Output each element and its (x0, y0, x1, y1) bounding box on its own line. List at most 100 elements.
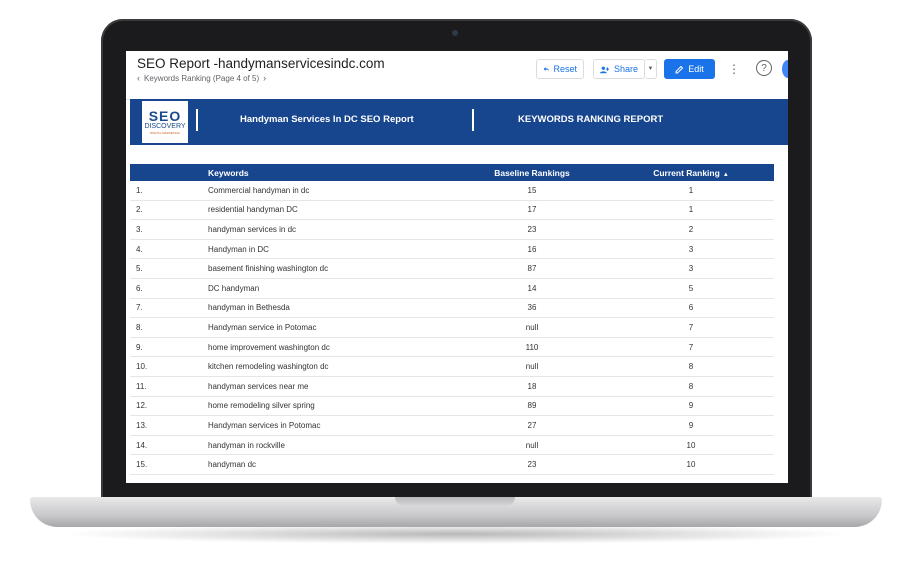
row-current: 7 (688, 342, 694, 352)
row-baseline: null (525, 322, 539, 332)
edit-button[interactable]: Edit (664, 59, 715, 79)
row-keyword: handyman services in dc (208, 224, 297, 234)
row-baseline: 14 (527, 283, 537, 293)
row-current: 9 (688, 420, 694, 430)
table-row: 14. handyman in rockville null 10 (130, 436, 774, 456)
row-baseline: null (525, 362, 539, 372)
laptop-lid: SEO Report -handymanservicesindc.com ‹ K… (101, 19, 812, 504)
banner-left-title: Handyman Services In DC SEO Report (240, 114, 414, 125)
banner-right-title: KEYWORDS RANKING REPORT (518, 114, 664, 125)
row-index: 5. (136, 264, 143, 274)
person-add-icon (600, 66, 610, 73)
table-row: 3. handyman services in dc 23 2 (130, 220, 774, 240)
table-row: 4. Handyman in DC 16 3 (130, 240, 774, 260)
keywords-table: Keywords Baseline Rankings Current Ranki… (130, 164, 774, 475)
row-index: 6. (136, 283, 143, 293)
row-baseline: 16 (527, 244, 537, 254)
row-current: 10 (686, 460, 696, 470)
row-current: 9 (688, 401, 694, 411)
row-index: 13. (136, 420, 148, 430)
row-index: 9. (136, 342, 143, 352)
row-baseline: 15 (527, 185, 537, 195)
help-icon[interactable]: ? (756, 60, 772, 76)
table-row: 12. home remodeling silver spring 89 9 (130, 397, 774, 417)
chevron-left-icon[interactable]: ‹ (137, 73, 140, 83)
row-baseline: 87 (527, 264, 537, 274)
row-current: 2 (688, 224, 694, 234)
reset-button[interactable]: Reset (536, 59, 584, 79)
row-index: 15. (136, 460, 148, 470)
column-header-current-label: Current Ranking (653, 167, 720, 178)
logo-tagline: DIGITAL MARKETING (149, 130, 180, 135)
laptop-screen: SEO Report -handymanservicesindc.com ‹ K… (126, 51, 788, 483)
row-keyword: Handyman service in Potomac (208, 322, 317, 332)
row-current: 3 (688, 264, 694, 274)
row-keyword: Handyman in DC (208, 244, 269, 254)
reset-label: Reset (553, 64, 577, 74)
row-baseline: 36 (527, 303, 537, 313)
table-row: 9. home improvement washington dc 110 7 (130, 338, 774, 358)
row-index: 8. (136, 322, 143, 332)
row-current: 1 (688, 185, 694, 195)
row-index: 4. (136, 244, 143, 254)
report-banner: SEO DISCOVERY DIGITAL MARKETING Handyman… (130, 99, 788, 145)
row-keyword: handyman in rockville (208, 440, 285, 450)
row-current: 6 (688, 303, 694, 313)
table-row: 7. handyman in Bethesda 36 6 (130, 299, 774, 319)
laptop-base (30, 497, 882, 527)
table-row: 8. Handyman service in Potomac null 7 (130, 318, 774, 338)
banner-divider (196, 109, 198, 131)
camera-icon (452, 30, 458, 36)
row-current: 3 (688, 244, 694, 254)
row-keyword: residential handyman DC (208, 205, 298, 215)
row-index: 10. (136, 362, 148, 372)
table-row: 10. kitchen remodeling washington dc null 8 (130, 357, 774, 377)
row-baseline: null (525, 440, 539, 450)
column-header-baseline[interactable]: Baseline Rankings (456, 168, 608, 178)
table-row: 11. handyman services near me 18 8 (130, 377, 774, 397)
row-keyword: home improvement washington dc (208, 342, 330, 352)
row-keyword: DC handyman (208, 283, 260, 293)
row-keyword: handyman dc (208, 460, 257, 470)
row-index: 11. (136, 381, 147, 391)
row-index: 2. (136, 205, 143, 215)
row-current: 8 (688, 381, 694, 391)
table-row: 15. handyman dc 23 10 (130, 455, 774, 475)
row-keyword: basement finishing washington dc (208, 264, 329, 274)
edit-label: Edit (688, 64, 704, 74)
table-row: 13. Handyman services in Potomac 27 9 (130, 416, 774, 436)
table-row: 5. basement finishing washington dc 87 3 (130, 259, 774, 279)
row-baseline: 27 (527, 420, 537, 430)
row-index: 14. (136, 440, 148, 450)
share-label: Share (613, 64, 638, 74)
row-index: 7. (136, 303, 143, 313)
row-current: 10 (686, 440, 696, 450)
row-current: 1 (688, 205, 694, 215)
row-keyword: home remodeling silver spring (208, 401, 315, 411)
column-header-keywords[interactable]: Keywords (208, 168, 456, 178)
table-row: 2. residential handyman DC 17 1 (130, 201, 774, 221)
row-keyword: handyman services near me (208, 381, 309, 391)
row-baseline: 89 (527, 401, 537, 411)
column-header-current[interactable]: Current Ranking ▲ (608, 168, 774, 178)
table-header-row: Keywords Baseline Rankings Current Ranki… (130, 164, 774, 181)
laptop-shadow (60, 524, 852, 544)
laptop-notch (395, 497, 515, 506)
row-keyword: kitchen remodeling washington dc (208, 362, 329, 372)
seo-discovery-logo: SEO DISCOVERY DIGITAL MARKETING (142, 101, 188, 143)
share-dropdown-button[interactable]: ▼ (645, 59, 657, 79)
row-current: 8 (688, 362, 694, 372)
row-baseline: 17 (527, 205, 537, 215)
caret-down-icon: ▼ (647, 66, 654, 72)
page-navigator: ‹ Keywords Ranking (Page 4 of 5) › (137, 73, 266, 83)
chevron-right-icon[interactable]: › (263, 73, 266, 83)
more-vert-icon[interactable]: ⋮ (724, 59, 744, 79)
row-keyword: Handyman services in Potomac (208, 420, 321, 430)
row-baseline: 110 (525, 342, 539, 352)
avatar[interactable] (782, 60, 788, 78)
banner-divider (472, 109, 474, 131)
page-nav-label[interactable]: Keywords Ranking (Page 4 of 5) (144, 74, 259, 83)
share-button[interactable]: Share (593, 59, 645, 79)
pencil-icon (675, 65, 684, 73)
report-title: SEO Report -handymanservicesindc.com (137, 56, 385, 71)
